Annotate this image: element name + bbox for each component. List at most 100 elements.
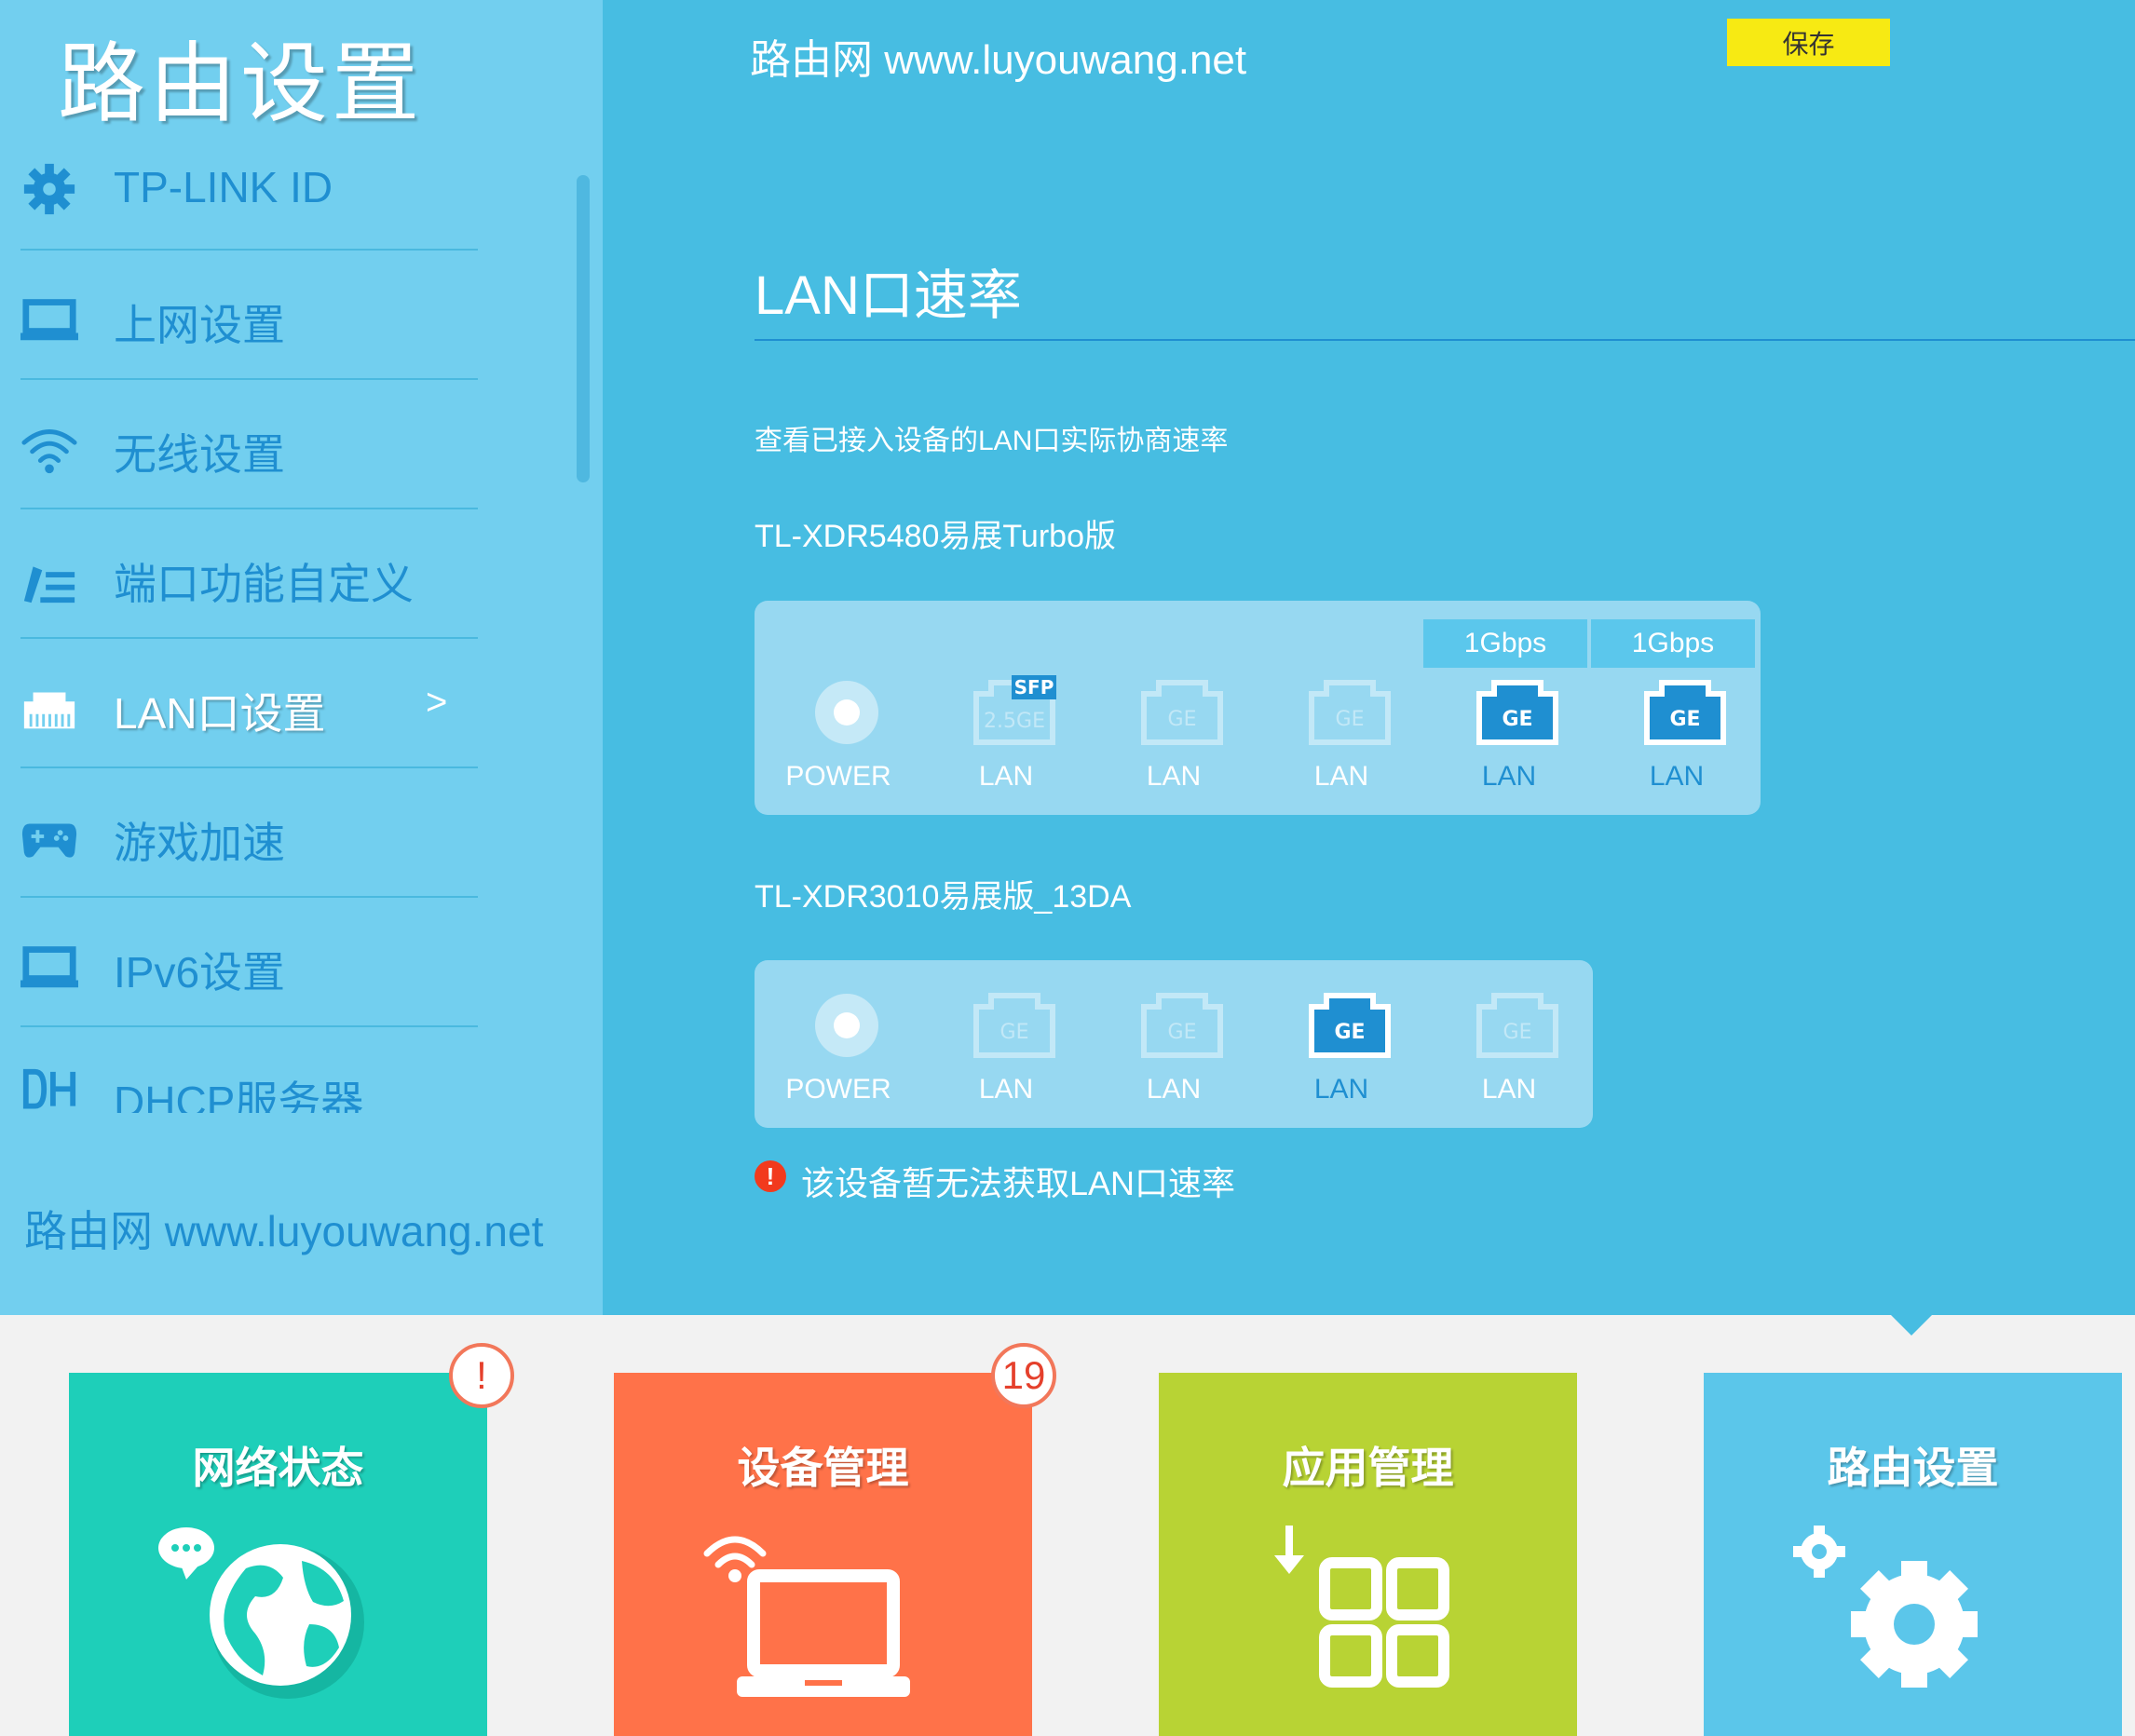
warning-icon: ! xyxy=(755,1160,786,1192)
ethernet-port-icon: GE xyxy=(973,993,1055,1058)
wifi-icon xyxy=(20,419,78,477)
section-description: 查看已接入设备的LAN口实际协商速率 xyxy=(755,426,1229,456)
port-lan: GE LAN xyxy=(1090,601,1258,815)
sidebar-item-label: 无线设置 xyxy=(114,430,285,479)
sidebar-item-label: TP-LINK ID xyxy=(114,163,333,211)
svg-text:GE: GE xyxy=(1502,708,1532,731)
tile-router-settings[interactable]: 路由设置 xyxy=(1704,1373,2122,1736)
port-label: LAN xyxy=(1649,761,1705,792)
sidebar-watermark: 路由网 www.luyouwang.net xyxy=(24,1207,544,1255)
ethernet-port-icon: GE xyxy=(1476,993,1558,1058)
tile-label: 路由设置 xyxy=(1827,1443,1999,1493)
sidebar-item-port-custom[interactable]: 端口功能自定义 xyxy=(20,509,478,639)
ethernet-port-icon: GE xyxy=(1644,680,1726,745)
svg-text:GE: GE xyxy=(1168,708,1197,731)
svg-text:GE: GE xyxy=(1503,1021,1532,1044)
port-speed-badge: 1Gbps xyxy=(1423,619,1587,668)
gamepad-icon xyxy=(20,807,78,865)
gears-icon xyxy=(1793,1526,1978,1688)
port-label: LAN xyxy=(1146,1074,1202,1105)
svg-text:GE: GE xyxy=(1334,1021,1365,1044)
port-label: LAN xyxy=(978,1074,1034,1105)
port-power: POWER xyxy=(755,960,922,1128)
svg-text:GE: GE xyxy=(1669,708,1700,731)
port-lan-connected: 1Gbps GE LAN xyxy=(1423,601,1593,815)
svg-text:2.5GE: 2.5GE xyxy=(984,710,1045,733)
tile-network-status[interactable]: 网络状态 ! xyxy=(69,1343,514,1736)
sidebar-item-label: 游戏加速 xyxy=(114,819,285,867)
port-lan: GE LAN xyxy=(1090,960,1258,1128)
sidebar-item-lan-settings[interactable]: LAN口设置 > xyxy=(20,639,478,768)
port-power: POWER xyxy=(755,601,922,815)
device-name: TL-XDR3010易展版_13DA xyxy=(755,879,1132,915)
lan-icon xyxy=(20,678,78,736)
sidebar-menu: TP-LINK ID 上网设置 无线设置 端口功能自定义 LAN口设置 > 游戏… xyxy=(0,121,603,1113)
gear-icon xyxy=(20,160,78,218)
sidebar-item-dhcp[interactable]: DHCP服务器 xyxy=(20,1027,478,1113)
tile-label: 网络状态 xyxy=(192,1443,364,1493)
alert-badge: ! xyxy=(449,1343,514,1408)
laptop-wifi-icon xyxy=(703,1536,910,1697)
device-name: TL-XDR5480易展Turbo版 xyxy=(755,519,1116,554)
sidebar-scrollbar[interactable] xyxy=(577,175,590,482)
tile-app-management[interactable]: 应用管理 xyxy=(1159,1373,1577,1736)
sfp-port-icon: SFP 2.5GE xyxy=(973,675,1056,745)
port-label: LAN xyxy=(1313,761,1369,792)
port-lan-sfp: SFP 2.5GE LAN xyxy=(922,601,1090,815)
sidebar-item-label: IPv6设置 xyxy=(114,948,286,997)
sidebar-item-tp-link-id[interactable]: TP-LINK ID xyxy=(20,121,478,251)
sfp-badge: SFP xyxy=(1014,676,1054,698)
svg-text:GE: GE xyxy=(1000,1021,1029,1044)
power-indicator-icon xyxy=(815,681,878,744)
main-panel: 路由网 www.luyouwang.net 保存 LAN口速率 查看已接入设备的… xyxy=(603,0,2135,1315)
port-label: LAN xyxy=(1481,1074,1537,1105)
apps-icon xyxy=(1274,1526,1449,1688)
sidebar-item-internet[interactable]: 上网设置 xyxy=(20,251,478,380)
tile-device-management[interactable]: 设备管理 19 xyxy=(614,1343,1056,1736)
globe-icon xyxy=(158,1527,364,1699)
tile-label: 设备管理 xyxy=(737,1443,909,1493)
power-indicator-icon xyxy=(815,994,878,1057)
warning-text: 该设备暂无法获取LAN口速率 xyxy=(801,1164,1236,1202)
port-panel: POWER SFP 2.5GE LAN GE LAN GE LAN 1Gbps … xyxy=(755,601,1761,815)
device-count-badge: 19 xyxy=(991,1343,1056,1408)
ethernet-port-icon: GE xyxy=(1476,680,1558,745)
port-label: POWER xyxy=(785,1074,891,1105)
ethernet-port-icon: GE xyxy=(1309,993,1391,1058)
ethernet-port-icon: GE xyxy=(1141,993,1223,1058)
header-watermark: 路由网 www.luyouwang.net xyxy=(750,37,1247,83)
laptop-icon xyxy=(20,290,78,347)
port-lan: GE LAN xyxy=(1425,960,1593,1128)
port-lan: GE LAN xyxy=(922,960,1090,1128)
port-lan: GE LAN xyxy=(1258,601,1425,815)
port-lan-connected: 1Gbps GE LAN xyxy=(1591,601,1761,815)
port-speed-badge: 1Gbps xyxy=(1591,619,1755,668)
svg-text:GE: GE xyxy=(1168,1021,1197,1044)
port-label: LAN xyxy=(978,761,1034,792)
edit-icon xyxy=(20,549,78,606)
port-label: LAN xyxy=(1481,761,1537,792)
sidebar-item-wireless[interactable]: 无线设置 xyxy=(20,380,478,509)
tile-label: 应用管理 xyxy=(1282,1443,1454,1493)
ethernet-port-icon: GE xyxy=(1309,680,1391,745)
port-label: LAN xyxy=(1146,761,1202,792)
port-label: LAN xyxy=(1313,1074,1369,1105)
sidebar-item-label: DHCP服务器 xyxy=(114,1078,364,1113)
sidebar-item-ipv6[interactable]: IPv6设置 xyxy=(20,898,478,1027)
sidebar-item-label: LAN口设置 xyxy=(114,689,326,738)
sidebar-item-game-boost[interactable]: 游戏加速 xyxy=(20,768,478,898)
ethernet-port-icon: GE xyxy=(1141,680,1223,745)
port-lan-connected: GE LAN xyxy=(1258,960,1425,1128)
sidebar-item-label: 端口功能自定义 xyxy=(114,560,414,608)
port-label: POWER xyxy=(785,761,891,792)
save-button[interactable]: 保存 xyxy=(1727,19,1890,66)
section-divider xyxy=(755,339,2135,341)
sidebar-item-label: 上网设置 xyxy=(114,301,285,349)
active-tile-pointer xyxy=(1891,1315,1932,1336)
laptop-icon xyxy=(20,937,78,995)
svg-text:GE: GE xyxy=(1336,708,1365,731)
dhcp-icon xyxy=(20,1066,78,1113)
port-panel: POWER GE LAN GE LAN GE LAN GE LAN xyxy=(755,960,1593,1128)
chevron-right-icon: > xyxy=(426,682,448,723)
sidebar: 路由设置 TP-LINK ID 上网设置 无线设置 端口功能自定义 LAN口设置… xyxy=(0,0,603,1315)
